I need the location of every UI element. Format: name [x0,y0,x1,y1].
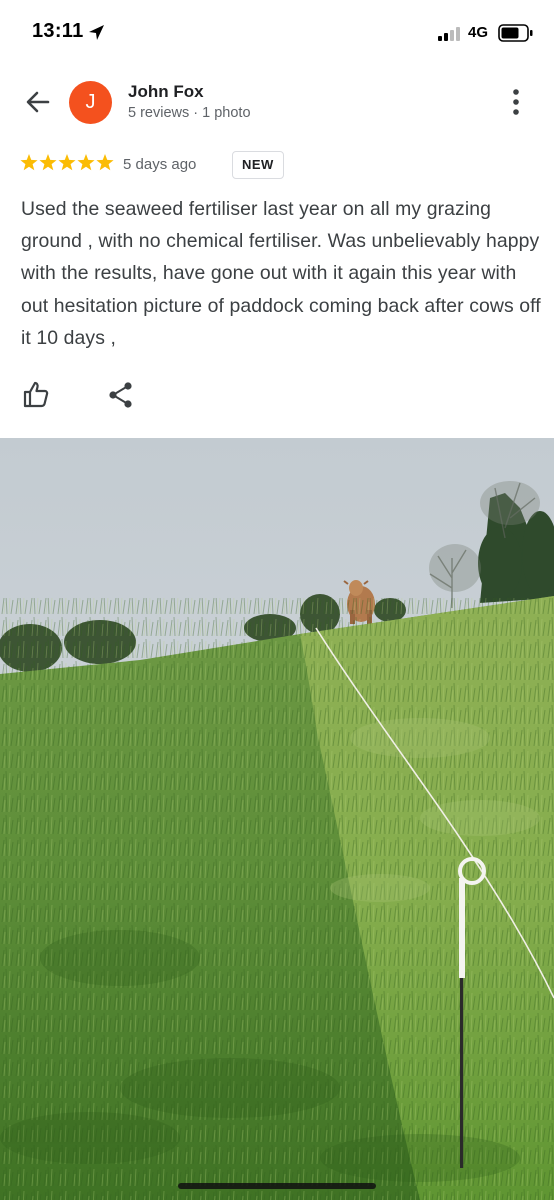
network-type: 4G [468,24,489,41]
avatar[interactable]: J [69,81,112,124]
star-rating [20,153,114,178]
location-arrow-icon [88,24,105,46]
new-badge: NEW [232,151,284,179]
review-header: J John Fox 5 reviews · 1 photo [0,66,554,142]
review-text: Used the seaweed fertiliser last year on… [21,198,541,349]
reviewer-meta: 5 reviews · 1 photo [128,105,251,121]
more-options-button[interactable] [504,86,528,118]
review-time: 5 days ago [123,156,197,173]
home-indicator[interactable] [178,1183,376,1189]
reviewer-name[interactable]: John Fox [128,82,204,102]
status-bar: 13:11 4G [0,0,554,66]
pasture-photo [0,438,554,1200]
share-icon [109,382,132,408]
share-button[interactable] [107,380,135,410]
arrow-left-icon [26,91,50,113]
back-button[interactable] [20,84,56,120]
rating-row: 5 days ago NEW [20,150,540,180]
star-icon [58,154,76,171]
like-button[interactable] [21,380,51,410]
star-icon [77,154,95,171]
status-time: 13:11 [32,20,84,42]
star-icon [20,154,38,171]
review-photo[interactable] [0,438,554,1200]
star-icon [39,154,57,171]
thumbs-up-icon [23,381,49,408]
star-icon [96,154,114,171]
review-actions [0,372,554,418]
more-vertical-icon [513,89,519,115]
signal-bars-icon [438,27,462,46]
battery-icon [498,24,534,47]
